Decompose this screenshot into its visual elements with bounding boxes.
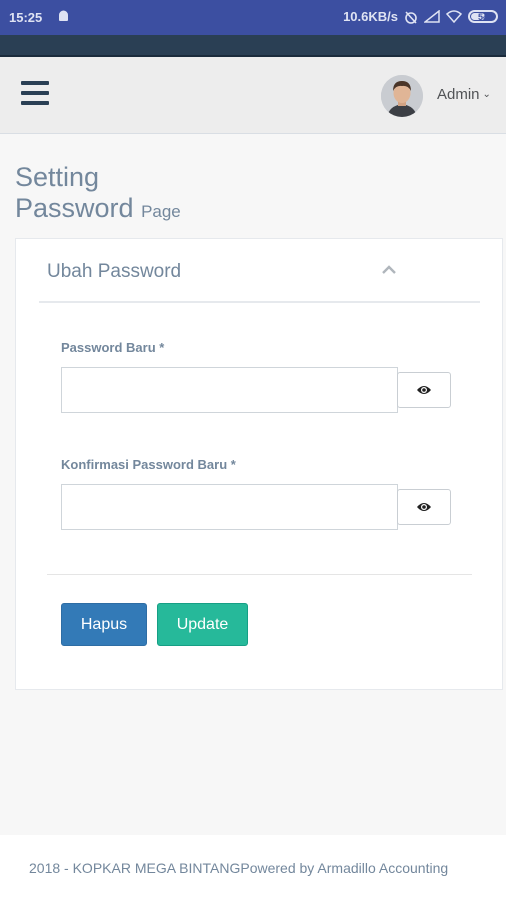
reset-button[interactable]: Hapus: [61, 603, 147, 646]
page-title-line1: Setting: [15, 162, 100, 192]
user-menu[interactable]: Admin ⌄: [437, 86, 491, 103]
footer-powered-by: Powered by Armadillo Accounting: [240, 860, 449, 876]
app-top-bar: [0, 35, 506, 57]
wifi-icon: [446, 10, 462, 23]
chevron-up-icon[interactable]: [380, 261, 398, 279]
battery-level: 54: [477, 11, 488, 22]
signal-icon: [424, 10, 440, 23]
new-password-input[interactable]: [61, 367, 398, 413]
user-name: Admin: [437, 86, 480, 103]
chevron-down-icon: ⌄: [482, 89, 491, 100]
panel-title: Ubah Password: [47, 261, 182, 282]
page-title-small: Page: [141, 202, 181, 221]
battery-icon: 54: [468, 10, 498, 23]
footer-text: 2018 - KOPKAR MEGA BINTANGPowered by Arm…: [29, 860, 448, 876]
change-password-panel: Ubah Password Password Baru * Konfirmasi…: [15, 238, 503, 690]
confirm-password-label: Konfirmasi Password Baru *: [61, 457, 236, 472]
eye-icon: [417, 503, 431, 511]
status-right: 10.6KB/s 54: [343, 9, 498, 24]
footer: 2018 - KOPKAR MEGA BINTANGPowered by Arm…: [0, 835, 506, 900]
form-divider: [47, 574, 472, 575]
toggle-new-password-button[interactable]: [397, 372, 451, 408]
toggle-confirm-password-button[interactable]: [397, 489, 451, 525]
android-icon: [59, 10, 68, 21]
page-title: Setting Password Page: [15, 162, 181, 227]
confirm-password-input[interactable]: [61, 484, 398, 530]
network-speed: 10.6KB/s: [343, 9, 398, 24]
avatar[interactable]: [381, 75, 423, 117]
panel-divider: [39, 301, 480, 303]
update-button[interactable]: Update: [157, 603, 248, 646]
menu-icon[interactable]: [21, 81, 49, 105]
top-navigation: Admin ⌄: [0, 57, 506, 134]
page-title-line2: Password: [15, 193, 134, 223]
status-bar: 15:25 10.6KB/s 54: [0, 0, 506, 35]
new-password-label: Password Baru *: [61, 340, 165, 355]
alarm-icon: [405, 10, 417, 24]
eye-icon: [417, 386, 431, 394]
status-time: 15:25: [9, 10, 43, 25]
footer-copyright: 2018 - KOPKAR MEGA BINTANG: [29, 860, 241, 876]
